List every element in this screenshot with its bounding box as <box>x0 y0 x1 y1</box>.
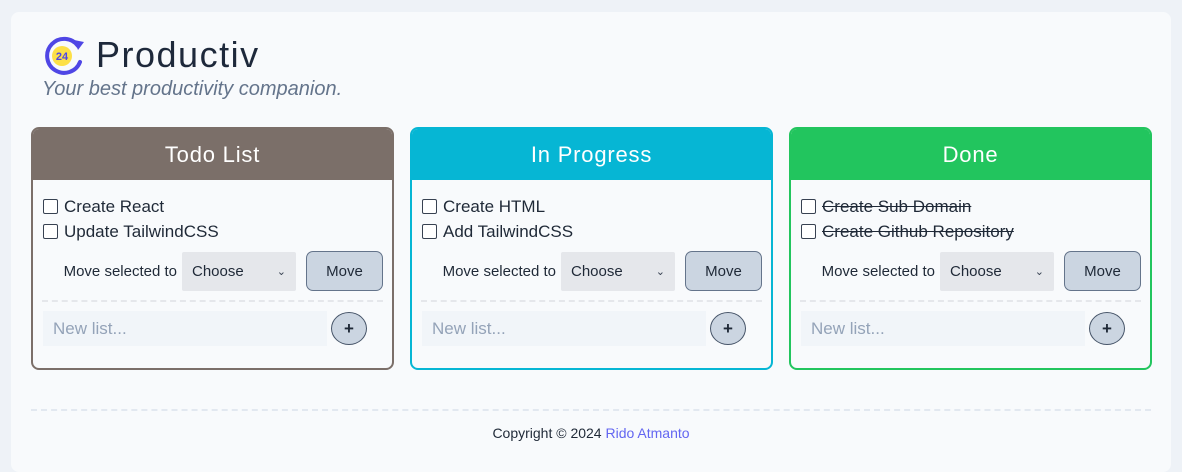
task-label: Create HTML <box>443 196 546 216</box>
task-list: Create React Update TailwindCSS <box>33 180 392 251</box>
task-checkbox[interactable] <box>801 199 816 214</box>
task-list: Create HTML Add TailwindCSS <box>412 180 771 251</box>
header: 24 Productiv Your best productivity comp… <box>40 34 342 101</box>
move-target-value: Choose <box>192 262 244 280</box>
task-label: Create Github Repository <box>822 221 1014 241</box>
footer: Copyright © 2024 Rido Atmanto <box>11 425 1171 441</box>
move-label: Move selected to <box>63 262 177 280</box>
move-controls: Move selected to Choose ⌄ Move <box>412 251 771 291</box>
task-item: Create HTML <box>422 194 761 219</box>
column-title: Done <box>942 141 999 167</box>
task-checkbox[interactable] <box>801 224 816 239</box>
task-label: Create React <box>64 196 165 216</box>
task-label: Update TailwindCSS <box>64 221 219 241</box>
task-item: Update TailwindCSS <box>43 219 382 244</box>
task-label: Add TailwindCSS <box>443 221 574 241</box>
move-target-select[interactable]: Choose ⌄ <box>561 251 675 291</box>
app-container: 24 Productiv Your best productivity comp… <box>11 12 1171 472</box>
footer-copyright: Copyright © 2024 <box>492 425 602 441</box>
add-task-button[interactable]: + <box>1089 312 1125 345</box>
move-controls: Move selected to Choose ⌄ Move <box>33 251 392 291</box>
chevron-down-icon: ⌄ <box>1034 265 1044 278</box>
new-task-input[interactable]: New list... <box>801 311 1085 346</box>
column-done: Done Create Sub Domain Create Github Repo… <box>789 127 1152 370</box>
task-checkbox[interactable] <box>422 199 437 214</box>
add-task-row: New list... + <box>791 302 1150 346</box>
footer-divider <box>31 409 1151 411</box>
column-title: Todo List <box>164 141 261 167</box>
kanban-board: Todo List Create React Update TailwindCSS… <box>31 127 1152 370</box>
task-list: Create Sub Domain Create Github Repositor… <box>791 180 1150 251</box>
column-title: In Progress <box>530 141 653 167</box>
column-header: Todo List <box>33 129 392 180</box>
chevron-down-icon: ⌄ <box>655 265 665 278</box>
task-checkbox[interactable] <box>43 199 58 214</box>
column-todo-list: Todo List Create React Update TailwindCSS… <box>31 127 394 370</box>
footer-author-link[interactable]: Rido Atmanto <box>605 425 689 441</box>
task-item: Create React <box>43 194 382 219</box>
logo-24h-icon: 24 <box>45 36 84 75</box>
move-target-select[interactable]: Choose ⌄ <box>940 251 1054 291</box>
column-header: Done <box>791 129 1150 180</box>
task-item: Create Sub Domain <box>801 194 1140 219</box>
logo-row: 24 Productiv <box>40 34 342 76</box>
add-task-row: New list... + <box>412 302 771 346</box>
task-item: Add TailwindCSS <box>422 219 761 244</box>
move-target-select[interactable]: Choose ⌄ <box>182 251 296 291</box>
move-controls: Move selected to Choose ⌄ Move <box>791 251 1150 291</box>
add-task-row: New list... + <box>33 302 392 346</box>
move-button[interactable]: Move <box>306 251 383 291</box>
logo-text: 24 <box>56 51 69 63</box>
move-target-value: Choose <box>950 262 1002 280</box>
move-button[interactable]: Move <box>1064 251 1141 291</box>
new-task-input[interactable]: New list... <box>43 311 327 346</box>
app-subtitle: Your best productivity companion. <box>42 78 343 100</box>
task-item: Create Github Repository <box>801 219 1140 244</box>
task-checkbox[interactable] <box>43 224 58 239</box>
add-task-button[interactable]: + <box>710 312 746 345</box>
move-label: Move selected to <box>821 262 935 280</box>
app-title: Productiv <box>96 34 260 75</box>
task-checkbox[interactable] <box>422 224 437 239</box>
move-target-value: Choose <box>571 262 623 280</box>
column-header: In Progress <box>412 129 771 180</box>
move-button[interactable]: Move <box>685 251 762 291</box>
task-label: Create Sub Domain <box>822 196 972 216</box>
chevron-down-icon: ⌄ <box>276 265 286 278</box>
column-in-progress: In Progress Create HTML Add TailwindCSS M… <box>410 127 773 370</box>
add-task-button[interactable]: + <box>331 312 367 345</box>
new-task-input[interactable]: New list... <box>422 311 706 346</box>
move-label: Move selected to <box>442 262 556 280</box>
